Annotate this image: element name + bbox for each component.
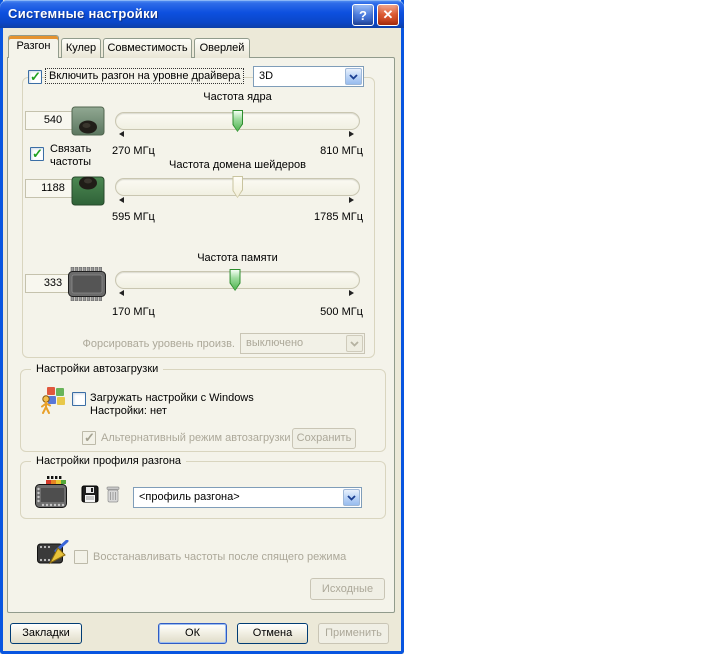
memory-slider-min-arrow-icon <box>119 290 124 296</box>
alt-autoload-checkbox <box>82 430 96 446</box>
core-slider[interactable] <box>115 110 360 132</box>
force-level-select: выключено <box>240 333 365 354</box>
defaults-button: Исходные <box>310 578 385 600</box>
memory-min-label: 170 МГц <box>112 306 155 318</box>
gpu-core-icon <box>71 106 105 136</box>
close-button[interactable]: ✕ <box>377 4 399 26</box>
alt-autoload-label: Альтернативный режим автозагрузки <box>101 432 291 444</box>
enable-overclock-checkbox[interactable] <box>28 69 42 85</box>
link-frequencies-label-line1[interactable]: Связать <box>50 143 91 156</box>
memory-slider[interactable] <box>115 269 360 291</box>
core-slider-min-arrow-icon <box>119 131 124 137</box>
apply-button: Применить <box>318 623 389 644</box>
memory-slider-title: Частота памяти <box>197 252 278 264</box>
tab-cooler[interactable]: Кулер <box>61 38 101 58</box>
profile-chip-icon <box>35 476 69 508</box>
restore-sleep-checkbox <box>74 550 88 564</box>
profile-select[interactable]: <профиль разгона> <box>133 487 362 508</box>
profile-select-value: <профиль разгона> <box>139 491 240 503</box>
core-slider-title: Частота ядра <box>203 91 272 103</box>
ok-button[interactable]: ОК <box>158 623 227 644</box>
autoload-group-title: Настройки автозагрузки <box>31 362 164 377</box>
chevron-down-icon <box>346 335 363 352</box>
gpu-shader-icon <box>71 176 105 206</box>
chevron-down-icon[interactable] <box>343 489 360 506</box>
tab-label: Кулер <box>65 42 97 54</box>
tab-overclock[interactable]: Разгон <box>8 35 59 58</box>
titlebar[interactable]: Системные настройки ? ✕ <box>0 0 404 28</box>
force-level-value: выключено <box>246 337 304 349</box>
load-with-windows-label[interactable]: Загружать настройки с Windows <box>90 392 254 405</box>
link-frequencies-label-line2[interactable]: частоты <box>50 156 91 169</box>
tab-label: Совместимость <box>107 42 188 54</box>
link-frequencies-checkbox[interactable] <box>30 146 44 162</box>
core-slider-max-arrow-icon <box>349 131 354 137</box>
tab-label: Разгон <box>16 40 51 52</box>
shader-min-label: 595 МГц <box>112 211 155 223</box>
bookmarks-button[interactable]: Закладки <box>10 623 82 644</box>
load-with-windows-checkbox[interactable] <box>72 392 86 406</box>
screen: Системные настройки ? ✕ Разгон Кулер Сов… <box>0 0 720 654</box>
core-max-label: 810 МГц <box>320 145 363 157</box>
chevron-down-icon[interactable] <box>345 68 362 85</box>
shader-slider-max-arrow-icon <box>349 197 354 203</box>
shader-slider-min-arrow-icon <box>119 197 124 203</box>
mode-select[interactable]: 3D <box>253 66 364 87</box>
core-min-label: 270 МГц <box>112 145 155 157</box>
shader-slider[interactable] <box>115 176 360 198</box>
memory-max-label: 500 МГц <box>320 306 363 318</box>
memory-slider-thumb[interactable] <box>229 269 241 291</box>
save-profile-icon[interactable] <box>81 485 99 503</box>
save-button: Сохранить <box>292 428 356 449</box>
tab-label: Оверлей <box>199 42 245 54</box>
memory-chip-icon <box>68 267 106 301</box>
tab-compatibility[interactable]: Совместимость <box>103 38 192 58</box>
shader-slider-title: Частота домена шейдеров <box>169 159 306 171</box>
delete-profile-icon <box>106 485 120 503</box>
shader-slider-thumb[interactable] <box>232 176 243 198</box>
system-settings-dialog: Системные настройки ? ✕ Разгон Кулер Сов… <box>0 0 404 654</box>
windows-startup-icon <box>40 386 66 414</box>
shader-max-label: 1785 МГц <box>314 211 363 223</box>
memory-slider-max-arrow-icon <box>349 290 354 296</box>
tab-overlay[interactable]: Оверлей <box>194 38 250 58</box>
restore-sleep-label: Восстанавливать частоты после спящего ре… <box>93 551 347 563</box>
enable-overclock-label[interactable]: Включить разгон на уровне драйвера <box>44 68 245 84</box>
close-icon: ✕ <box>382 7 394 22</box>
help-button[interactable]: ? <box>352 4 374 26</box>
cancel-button[interactable]: Отмена <box>237 623 308 644</box>
window-title: Системные настройки <box>8 6 159 21</box>
core-slider-thumb[interactable] <box>232 110 243 132</box>
mode-select-value: 3D <box>259 70 274 82</box>
autoload-status-text: Настройки: нет <box>90 405 167 417</box>
help-icon: ? <box>359 7 367 23</box>
profile-group-title: Настройки профиля разгона <box>31 454 187 469</box>
restore-sleep-icon <box>37 540 69 566</box>
force-level-label: Форсировать уровень произв. <box>82 338 236 350</box>
